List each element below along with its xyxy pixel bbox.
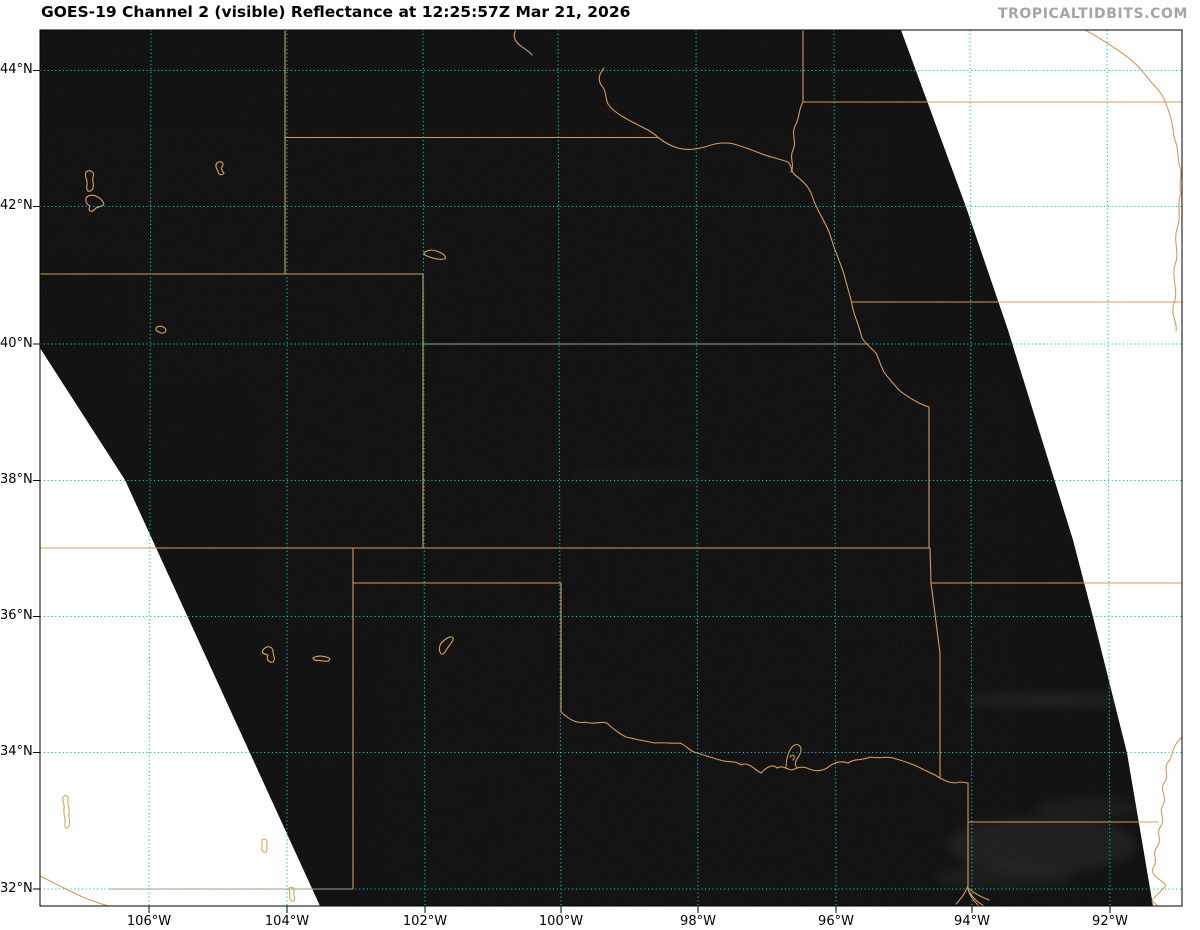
x-axis-label-102w: 102°W	[393, 914, 457, 930]
x-axis-label-98w: 98°W	[666, 914, 730, 930]
x-axis-label-94w: 94°W	[940, 914, 1004, 930]
x-axis-label-100w: 100°W	[529, 914, 593, 930]
y-axis-label-42n: 42°N	[0, 197, 32, 215]
page-title: GOES-19 Channel 2 (visible) Reflectance …	[41, 3, 630, 21]
x-axis-label-106w: 106°W	[117, 914, 181, 930]
mississippi-river-north	[1085, 30, 1181, 331]
lake-nm-small	[262, 839, 267, 852]
satellite-map-page: { "header": { "title": "GOES-19 Channel …	[0, 0, 1200, 929]
satellite-map	[0, 0, 1200, 929]
tropicaltidbits-watermark: TROPICALTIDBITS.COM	[998, 6, 1188, 22]
sensor-noise-overlay	[40, 30, 1182, 906]
x-axis-label-92w: 92°W	[1078, 914, 1142, 930]
scan-region	[40, 30, 1182, 906]
y-axis-label-40n: 40°N	[0, 335, 32, 353]
y-axis-label-38n: 38°N	[0, 471, 32, 489]
rio-grande	[40, 876, 124, 908]
x-axis-label-96w: 96°W	[804, 914, 868, 930]
y-axis-label-32n: 32°N	[0, 880, 32, 898]
y-axis-label-44n: 44°N	[0, 61, 32, 79]
lake-elephant-butte	[63, 796, 70, 829]
y-axis-label-36n: 36°N	[0, 607, 32, 625]
y-axis-label-34n: 34°N	[0, 743, 32, 761]
x-axis-label-104w: 104°W	[255, 914, 319, 930]
